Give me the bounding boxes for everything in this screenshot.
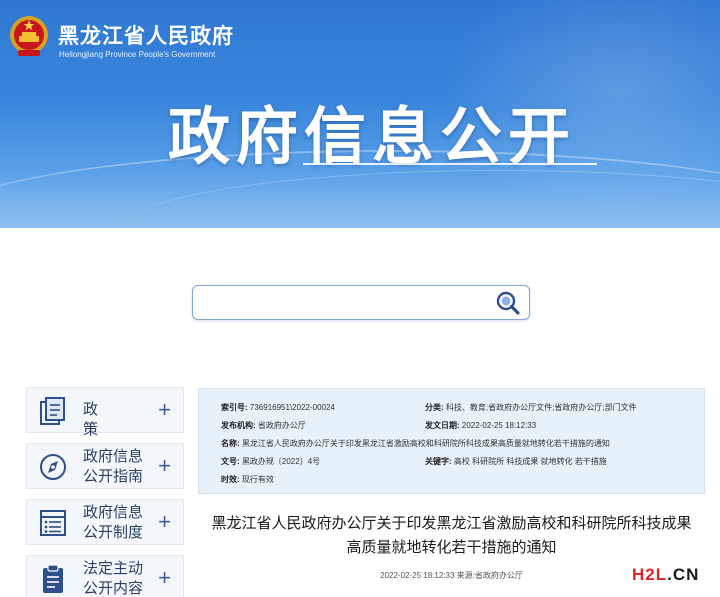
title-underline — [303, 163, 597, 165]
info-label: 文号: — [221, 457, 240, 466]
search-bar — [192, 285, 530, 320]
sidebar-item-label: 政 策 — [83, 401, 117, 438]
main-content: 政 策 + 政府信息 公开指南 + 政府信息 公开制度 + 法定主动 公开内容 … — [0, 228, 720, 597]
sidebar-item-label: 政府信息 公开制度 — [83, 503, 153, 543]
sidebar-item-label: 法定主动 公开内容 — [83, 559, 153, 597]
document-meta: 2022-02-25 18:12:33 来源:省政府办公厅 — [380, 571, 523, 580]
info-label: 发文日期: — [425, 421, 460, 430]
search-input[interactable] — [201, 292, 481, 314]
national-emblem-icon — [10, 16, 48, 56]
clipboard-icon — [43, 564, 63, 593]
info-doc-number: 文号: 黑政办规〔2022〕4号 — [221, 456, 320, 467]
label-line: 政府信息 — [83, 448, 144, 465]
compass-icon — [40, 454, 66, 480]
watermark-logo: H2L.CN — [632, 565, 699, 585]
title-line: 黑龙江省人民政府办公厅关于印发黑龙江省激励高校和科研院所科技成果 — [211, 515, 692, 532]
label-line: 政府信息 — [83, 504, 144, 521]
label-line: 公开制度 — [83, 524, 144, 541]
search-icon[interactable] — [495, 290, 521, 316]
watermark-text: H2L — [632, 565, 668, 584]
info-value: 高校 科研院所 科技成果 就地转化 若干措施 — [453, 457, 607, 466]
sidebar-item-guide[interactable]: 政府信息 公开指南 + — [26, 443, 184, 489]
info-validity: 时效: 现行有效 — [221, 474, 274, 485]
info-value: 省政府办公厅 — [257, 421, 306, 430]
info-label: 索引号: — [221, 403, 248, 412]
list-document-icon — [40, 510, 66, 536]
sidebar-nav: 政 策 + 政府信息 公开指南 + 政府信息 公开制度 + 法定主动 公开内容 … — [26, 387, 184, 597]
info-value: 科技、教育;省政府办公厅文件;省政府办公厅;部门文件 — [445, 403, 637, 412]
info-label: 时效: — [221, 475, 240, 484]
label-line: 公开内容 — [83, 580, 144, 597]
info-date: 发文日期: 2022-02-25 18:12:33 — [425, 420, 536, 431]
sidebar-item-mandatory-content[interactable]: 法定主动 公开内容 + — [26, 555, 184, 597]
info-index: 索引号: 736916951\2022-00024 — [221, 402, 335, 413]
expand-plus-icon[interactable]: + — [158, 510, 171, 534]
info-value: 2022-02-25 18:12:33 — [461, 421, 537, 430]
sidebar-item-policy[interactable]: 政 策 + — [26, 387, 184, 438]
sidebar-item-system[interactable]: 政府信息 公开制度 + — [26, 499, 184, 545]
info-value: 736916951\2022-00024 — [249, 403, 335, 412]
info-label: 分类: — [425, 403, 444, 412]
info-value: 黑政办规〔2022〕4号 — [241, 457, 321, 466]
info-name: 名称: 黑龙江省人民政府办公厅关于印发黑龙江省激励高校和科研院所科技成果高质量就… — [221, 438, 610, 449]
info-label: 发布机构: — [221, 421, 256, 430]
info-category: 分类: 科技、教育;省政府办公厅文件;省政府办公厅;部门文件 — [425, 402, 637, 413]
info-value: 现行有效 — [241, 475, 274, 484]
document-info-table: 索引号: 736916951\2022-00024 分类: 科技、教育;省政府办… — [198, 388, 705, 494]
header-banner: 黑龙江省人民政府 Heilongjiang Province People's … — [0, 0, 720, 228]
site-name[interactable]: 黑龙江省人民政府 — [58, 20, 234, 50]
info-label: 名称: — [221, 439, 240, 448]
site-name-english: Heilongjiang Province People's Governmen… — [59, 50, 216, 59]
label-line: 法定主动 — [83, 560, 144, 577]
expand-plus-icon[interactable]: + — [158, 454, 171, 478]
info-keywords: 关键字: 高校 科研院所 科技成果 就地转化 若干措施 — [425, 456, 607, 467]
info-publisher: 发布机构: 省政府办公厅 — [221, 420, 306, 431]
label-line: 公开指南 — [83, 468, 144, 485]
expand-plus-icon[interactable]: + — [158, 398, 171, 422]
title-line: 高质量就地转化若干措施的通知 — [346, 539, 557, 556]
expand-plus-icon[interactable]: + — [158, 566, 171, 590]
info-label: 关键字: — [425, 457, 452, 466]
document-stack-icon — [40, 397, 65, 425]
sidebar-item-label: 政府信息 公开指南 — [83, 447, 153, 487]
document-title: 黑龙江省人民政府办公厅关于印发黑龙江省激励高校和科研院所科技成果 高质量就地转化… — [198, 512, 705, 560]
info-value: 黑龙江省人民政府办公厅关于印发黑龙江省激励高校和科研院所科技成果高质量就地转化若… — [241, 439, 610, 448]
watermark-text: .CN — [667, 565, 700, 584]
